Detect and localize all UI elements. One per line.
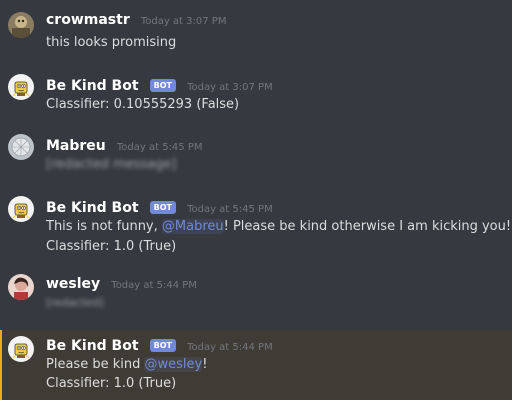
message-text: Classifier: 0.10555293 (False) [46, 97, 240, 112]
message-text: Classifier: 1.0 (True) [46, 239, 177, 254]
message-text: Classifier: 1.0 (True) [46, 376, 177, 391]
message-text: Please be kind @wesley! [46, 356, 207, 374]
username[interactable]: Be Kind Bot [46, 338, 139, 354]
timestamp: Today at 3:07 PM [140, 16, 227, 27]
avatar[interactable] [8, 134, 34, 160]
avatar[interactable] [8, 196, 34, 222]
message-header: crowmastr Today at 3:07 PM [46, 10, 226, 28]
message-header: Be Kind Bot BOT Today at 5:44 PM [46, 336, 273, 354]
message-item: Be Kind Bot BOT Today at 5:45 PM This is… [0, 190, 512, 264]
message-text-part: This is not funny, [46, 219, 162, 234]
message-text: [redacted message] [46, 156, 176, 174]
message-header: wesley Today at 5:44 PM [46, 274, 197, 292]
message-item-highlighted: Be Kind Bot BOT Today at 5:44 PM Please … [0, 330, 512, 400]
user-mention[interactable]: @wesley [144, 357, 203, 372]
username[interactable]: Be Kind Bot [46, 78, 139, 94]
username[interactable]: wesley [46, 276, 100, 292]
avatar[interactable] [8, 12, 34, 38]
message-item: crowmastr Today at 3:07 PM this looks pr… [0, 0, 512, 60]
message-header: Mabreu Today at 5:45 PM [46, 136, 203, 154]
timestamp: Today at 5:44 PM [111, 280, 197, 291]
avatar[interactable] [8, 336, 34, 362]
username[interactable]: Be Kind Bot [46, 200, 139, 216]
redacted-text: [redacted message] [46, 157, 177, 172]
timestamp: Today at 5:44 PM [187, 342, 273, 353]
bot-tag: BOT [149, 339, 176, 352]
avatar[interactable] [8, 74, 34, 100]
username[interactable]: crowmastr [46, 12, 130, 28]
message-text: This is not funny, @Mabreu! Please be ki… [46, 218, 511, 236]
message-header: Be Kind Bot BOT Today at 3:07 PM [46, 76, 273, 94]
avatar[interactable] [8, 274, 34, 300]
message-item: Mabreu Today at 5:45 PM [redacted messag… [0, 128, 512, 188]
redacted-text: [redacted] [46, 296, 104, 309]
timestamp: Today at 5:45 PM [116, 142, 203, 153]
message-header: Be Kind Bot BOT Today at 5:45 PM [46, 198, 273, 216]
timestamp: Today at 5:45 PM [187, 204, 273, 215]
message-text: [redacted] [46, 294, 103, 312]
bot-tag: BOT [149, 201, 176, 214]
message-text: this looks promising [46, 35, 177, 50]
username[interactable]: Mabreu [46, 138, 106, 154]
message-text-part: ! [202, 357, 208, 372]
bot-tag: BOT [149, 79, 176, 92]
timestamp: Today at 3:07 PM [187, 82, 273, 93]
message-text-part: ! Please be kind otherwise I am kicking … [223, 219, 512, 234]
user-mention[interactable]: @Mabreu [161, 219, 224, 234]
message-text-part: Please be kind [46, 357, 145, 372]
message-item: Be Kind Bot BOT Today at 3:07 PM Classif… [0, 68, 512, 124]
chat-messages: crowmastr Today at 3:07 PM this looks pr… [0, 0, 512, 400]
message-item: wesley Today at 5:44 PM [redacted] [0, 270, 512, 328]
